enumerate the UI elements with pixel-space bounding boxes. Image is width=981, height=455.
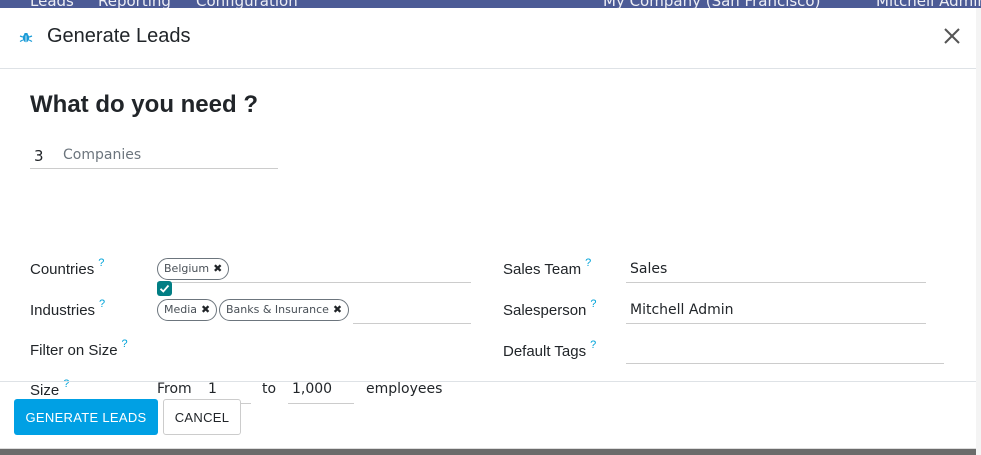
countries-label: Countries? — [30, 257, 104, 278]
form-heading: What do you need ? — [30, 91, 258, 118]
bug-icon — [19, 33, 33, 43]
salesperson-label-text: Salesperson — [503, 302, 587, 319]
bg-nav-leads: Leads — [30, 0, 74, 8]
filter-on-size-help-icon[interactable]: ? — [122, 338, 128, 350]
company-count-input[interactable]: 3 — [34, 147, 44, 165]
bg-user: Mitchell Admin — [876, 0, 981, 8]
salesperson-label: Salesperson? — [503, 298, 597, 319]
remove-tag-icon[interactable]: ✖ — [213, 259, 222, 279]
countries-label-text: Countries — [30, 261, 95, 278]
default-tags-input[interactable] — [626, 363, 944, 364]
country-tag-belgium: Belgium ✖ — [157, 258, 230, 280]
remove-tag-icon[interactable]: ✖ — [201, 300, 210, 320]
sales-team-value[interactable]: Sales — [630, 261, 667, 277]
company-count-field[interactable]: 3 Companies — [30, 144, 278, 169]
industries-input[interactable] — [353, 323, 471, 324]
salesperson-value[interactable]: Mitchell Admin — [630, 302, 734, 318]
country-tag-label: Belgium — [164, 262, 210, 275]
sales-team-label-text: Sales Team — [503, 261, 582, 278]
industry-tag-media: Media ✖ — [157, 299, 218, 321]
bg-nav-configuration: Configuration — [196, 0, 298, 8]
salesperson-input[interactable] — [626, 323, 926, 324]
filter-on-size-label-text: Filter on Size — [30, 342, 118, 359]
industry-tag-label: Media — [164, 303, 198, 316]
filter-on-size-label: Filter on Size? — [30, 338, 128, 359]
industry-tag-banks-insurance: Banks & Insurance ✖ — [219, 299, 350, 321]
close-icon[interactable] — [940, 24, 964, 48]
sales-team-input[interactable] — [626, 282, 926, 283]
default-tags-label-text: Default Tags — [503, 343, 587, 360]
modal-footer: GENERATE LEADS CANCEL — [0, 381, 976, 449]
industries-label: Industries? — [30, 298, 105, 319]
sales-team-help-icon[interactable]: ? — [585, 257, 591, 269]
countries-input[interactable] — [157, 282, 471, 283]
checkmark-icon — [159, 284, 170, 293]
bg-nav-reporting: Reporting — [98, 0, 171, 8]
cancel-button[interactable]: CANCEL — [163, 399, 241, 435]
industries-help-icon[interactable]: ? — [99, 298, 105, 310]
bg-company: My Company (San Francisco) — [603, 0, 820, 8]
background-page — [976, 8, 981, 455]
remove-tag-icon[interactable]: ✖ — [333, 300, 342, 320]
sales-team-label: Sales Team? — [503, 257, 591, 278]
modal-header: Generate Leads — [0, 8, 976, 69]
salesperson-help-icon[interactable]: ? — [590, 298, 596, 310]
background-navbar: Leads Reporting Configuration My Company… — [0, 0, 981, 8]
generate-leads-button[interactable]: GENERATE LEADS — [14, 399, 158, 435]
industries-label-text: Industries — [30, 302, 96, 319]
default-tags-label: Default Tags? — [503, 339, 596, 360]
default-tags-help-icon[interactable]: ? — [590, 339, 596, 351]
company-count-unit: Companies — [63, 147, 142, 163]
industry-tag-label: Banks & Insurance — [226, 303, 329, 316]
modal-title: Generate Leads — [47, 25, 191, 47]
generate-leads-dialog: Generate Leads What do you need ? 3 Comp… — [0, 8, 976, 449]
filter-on-size-checkbox[interactable] — [157, 281, 172, 296]
modal-body: What do you need ? 3 Companies Countries… — [0, 69, 976, 404]
countries-help-icon[interactable]: ? — [98, 257, 104, 269]
